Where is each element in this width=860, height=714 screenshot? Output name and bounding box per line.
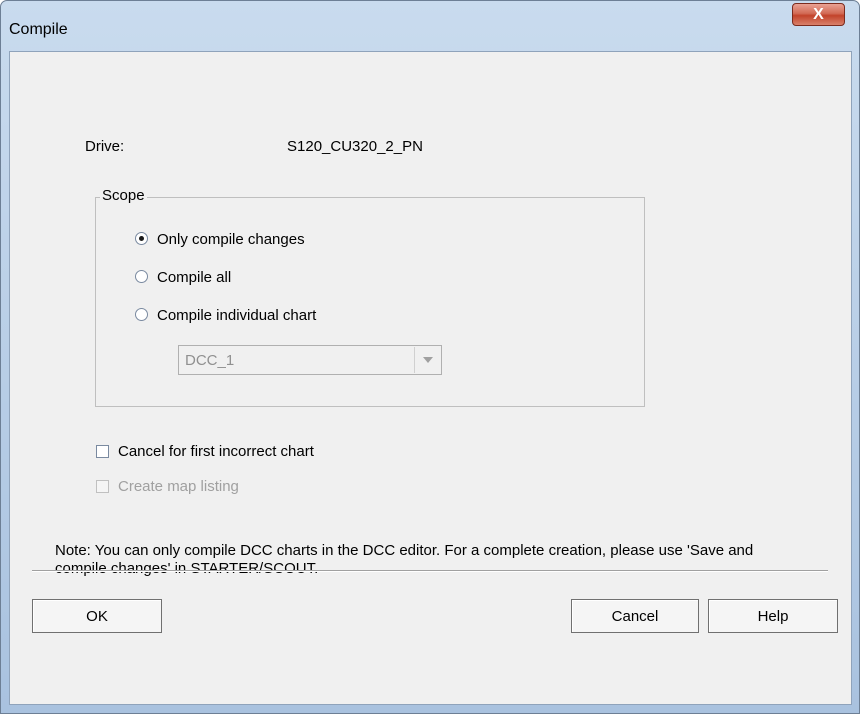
radio-label-only-compile-changes[interactable]: Only compile changes — [157, 231, 305, 248]
drive-label: Drive: — [85, 138, 125, 155]
close-icon: X — [813, 5, 824, 23]
radio-only-compile-changes[interactable] — [135, 232, 148, 245]
drive-value: S120_CU320_2_PN — [287, 138, 423, 155]
cancel-first-incorrect-label[interactable]: Cancel for first incorrect chart — [118, 443, 314, 460]
cancel-button-label: Cancel — [611, 607, 659, 625]
radio-label-compile-all[interactable]: Compile all — [157, 269, 231, 286]
window-title: Compile — [9, 21, 68, 38]
note-text: Note: You can only compile DCC charts in… — [55, 542, 754, 577]
radio-label-compile-individual-chart[interactable]: Compile individual chart — [157, 307, 316, 324]
dialog-body: Drive: S120_CU320_2_PN Scope Only compil… — [9, 51, 852, 705]
radio-compile-all[interactable] — [135, 270, 148, 283]
help-button[interactable]: Help — [708, 599, 838, 633]
separator — [32, 570, 828, 572]
compile-dialog: Compile X Drive: S120_CU320_2_PN Scope O… — [0, 0, 860, 714]
close-button[interactable]: X — [792, 3, 845, 26]
chart-select-value: DCC_1 — [185, 352, 235, 369]
ok-button[interactable]: OK — [32, 599, 162, 633]
scope-groupbox: Scope — [95, 187, 645, 407]
create-map-listing-label: Create map listing — [118, 478, 239, 495]
chevron-down-icon[interactable] — [414, 347, 440, 373]
create-map-listing-checkbox — [96, 480, 109, 493]
chart-select[interactable]: DCC_1 — [178, 345, 442, 375]
help-button-label: Help — [757, 607, 789, 625]
cancel-first-incorrect-checkbox[interactable] — [96, 445, 109, 458]
radio-compile-individual-chart[interactable] — [135, 308, 148, 321]
scope-legend: Scope — [100, 187, 147, 204]
cancel-button[interactable]: Cancel — [571, 599, 699, 633]
ok-button-label: OK — [86, 607, 108, 625]
